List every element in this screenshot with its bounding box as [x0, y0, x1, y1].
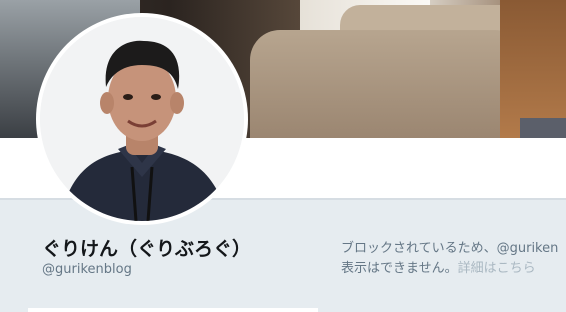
blocked-notice-text: 表示はできません。: [341, 261, 458, 276]
avatar-photo: [40, 17, 244, 221]
profile-handle[interactable]: @gurikenblog: [42, 262, 132, 277]
blocked-notice-line1: ブロックされているため、@guriken: [341, 241, 559, 256]
blocked-notice-line2: 表示はできません。詳細はこちら: [341, 259, 566, 279]
avatar-person-illustration: [40, 17, 244, 221]
profile-avatar[interactable]: [36, 13, 248, 225]
profile-display-name[interactable]: ぐりけん（ぐりぶろぐ）: [42, 234, 251, 261]
blocked-notice: ブロックされているため、@guriken 表示はできません。詳細はこちら: [341, 239, 566, 279]
blocked-details-link[interactable]: 詳細はこちら: [458, 261, 536, 276]
header-sofa: [250, 30, 525, 138]
header-rug: [520, 118, 566, 138]
content-card-edge: [28, 308, 318, 312]
